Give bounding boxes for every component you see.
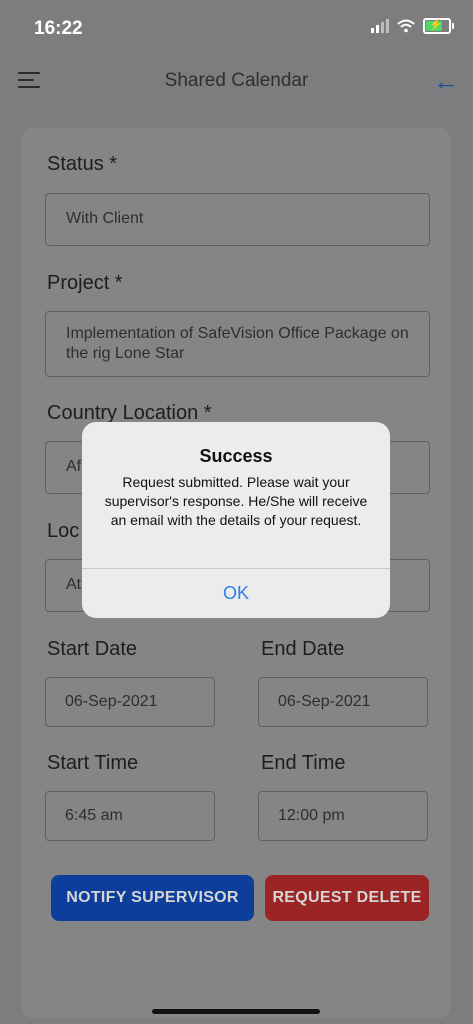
- location-label: Loc: [47, 520, 80, 542]
- end-date-label: End Date: [261, 638, 345, 660]
- end-date-value: 06-Sep-2021: [278, 693, 371, 710]
- start-time-field[interactable]: 6:45 am: [45, 791, 215, 841]
- status-value: With Client: [66, 210, 144, 227]
- cellular-signal-icon: [371, 19, 389, 33]
- start-time-label: Start Time: [47, 752, 139, 774]
- status-field[interactable]: With Client: [45, 193, 430, 246]
- clock: 16:22: [34, 18, 83, 39]
- page-title: Shared Calendar: [164, 70, 309, 91]
- app-header: Shared Calendar ←: [0, 56, 473, 106]
- alert-ok-button[interactable]: OK: [82, 569, 390, 618]
- alert-message: Request submitted. Please wait your supe…: [104, 474, 368, 528]
- end-time-field[interactable]: 12:00 pm: [258, 791, 428, 841]
- end-time-label: End Time: [261, 752, 346, 774]
- project-value: Implementation of SafeVision Office Pack…: [66, 325, 409, 362]
- notify-supervisor-button[interactable]: NOTIFY SUPERVISOR: [51, 875, 254, 921]
- start-date-label: Start Date: [47, 638, 138, 660]
- back-arrow-icon[interactable]: ←: [433, 66, 459, 97]
- status-bar: 16:22 ⚡: [0, 0, 473, 56]
- status-icons: ⚡: [371, 18, 454, 34]
- request-delete-button[interactable]: REQUEST DELETE: [265, 875, 429, 921]
- start-date-field[interactable]: 06-Sep-2021: [45, 677, 215, 727]
- status-label: Status *: [47, 153, 118, 175]
- end-date-field[interactable]: 06-Sep-2021: [258, 677, 428, 727]
- start-date-value: 06-Sep-2021: [65, 693, 158, 710]
- project-field[interactable]: Implementation of SafeVision Office Pack…: [45, 311, 430, 377]
- wifi-icon: [397, 19, 415, 33]
- home-indicator[interactable]: [152, 1009, 320, 1014]
- success-alert-dialog: Success Request submitted. Please wait y…: [82, 422, 390, 618]
- end-time-value: 12:00 pm: [278, 807, 345, 824]
- start-time-value: 6:45 am: [65, 807, 123, 824]
- battery-icon: ⚡: [423, 18, 454, 34]
- location-value: At: [66, 576, 82, 593]
- country-location-value: Af: [66, 458, 82, 475]
- project-label: Project *: [47, 272, 123, 294]
- alert-title: Success: [199, 446, 273, 466]
